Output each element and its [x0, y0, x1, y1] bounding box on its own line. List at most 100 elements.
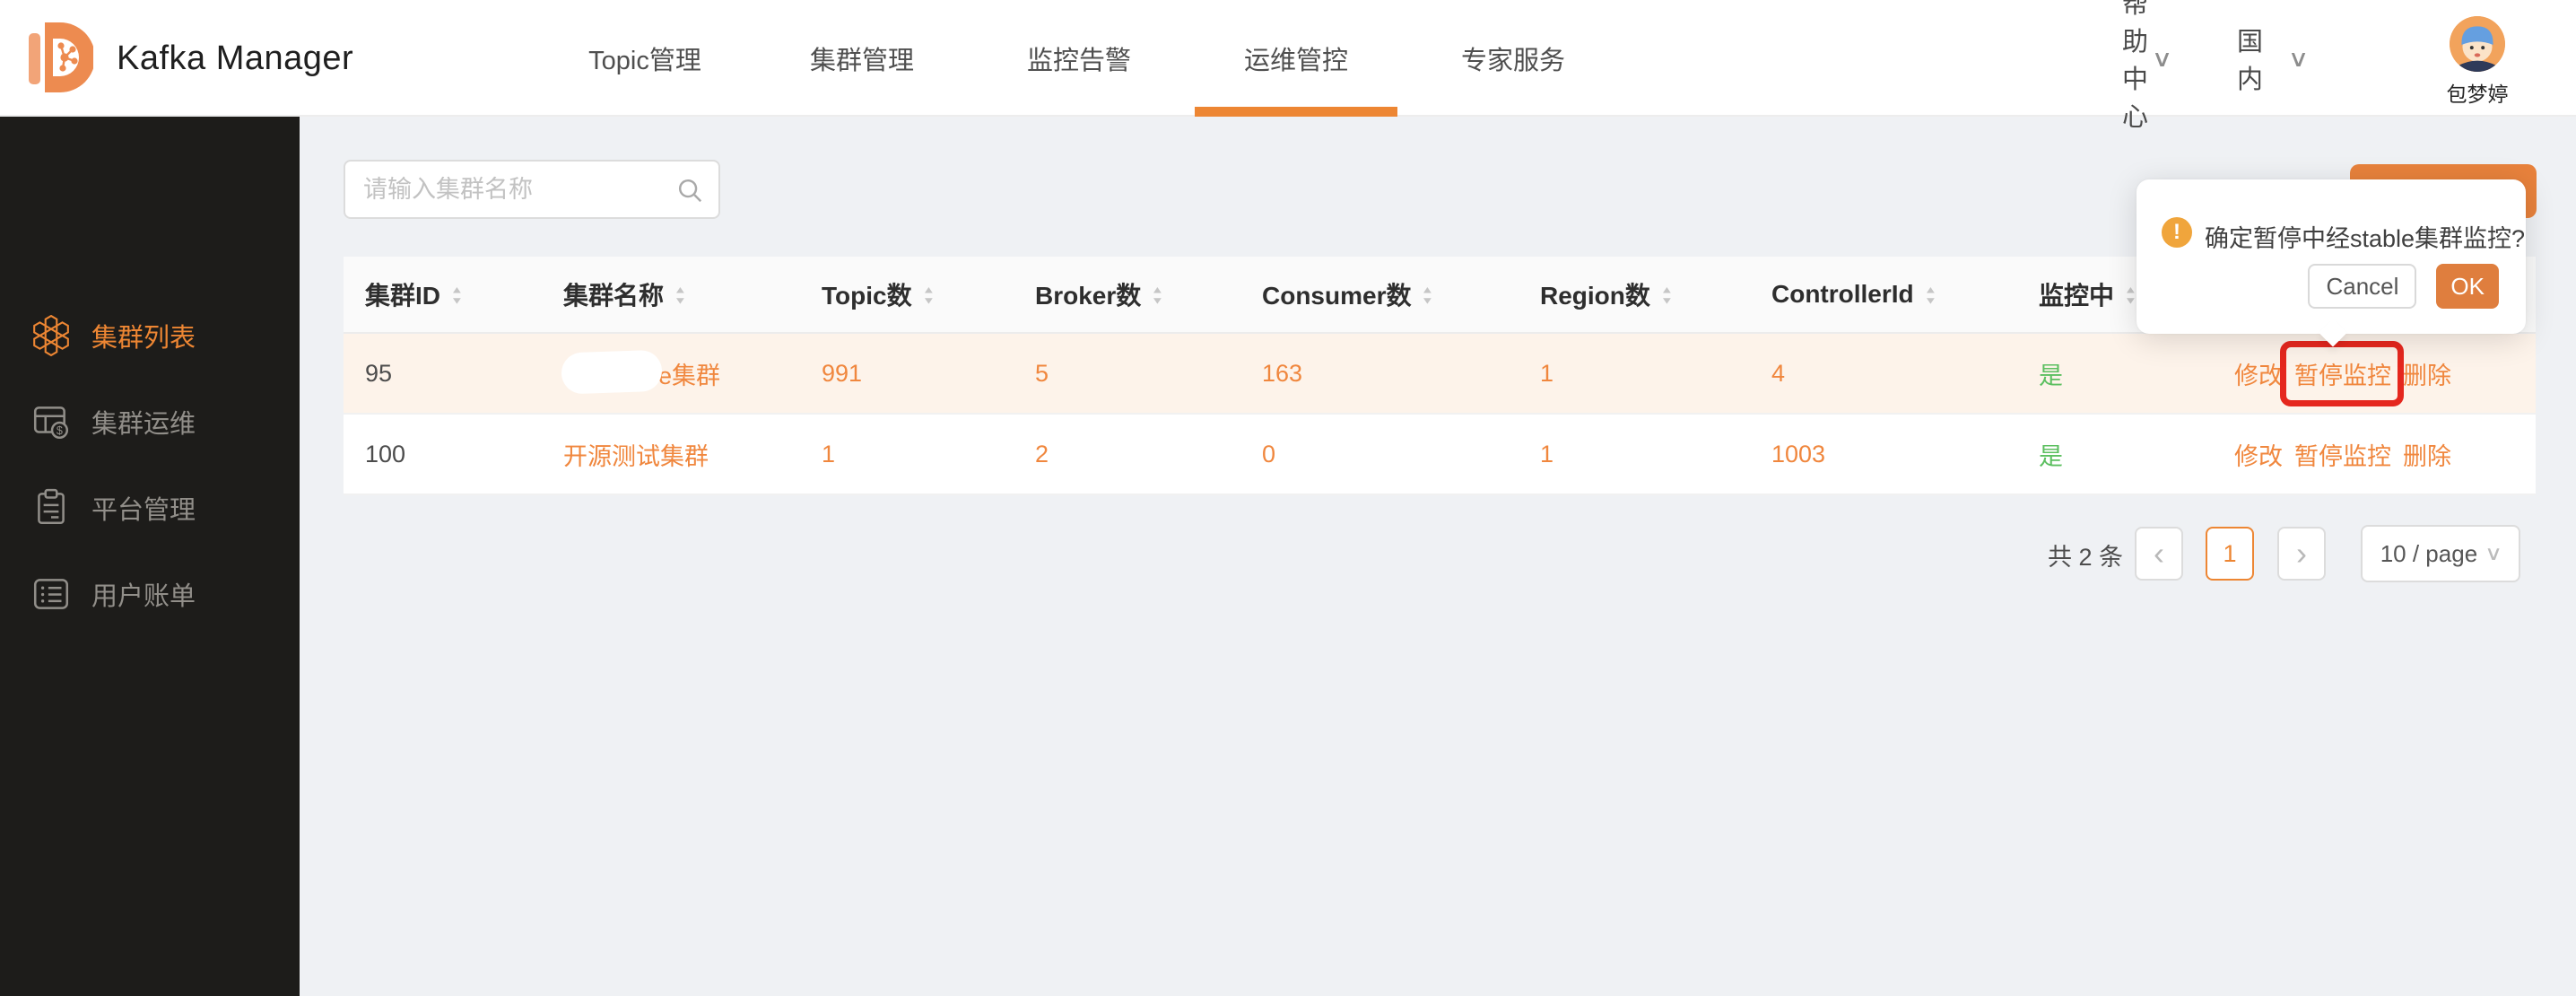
region-label: 国内	[2236, 28, 2263, 94]
cell-cluster-id: 95	[365, 359, 393, 387]
cell-monitored: 是	[2039, 362, 2063, 389]
brand-home-link[interactable]: Kafka Manager	[29, 0, 353, 117]
sort-desc-icon[interactable]: ▼	[674, 294, 687, 304]
sort-asc-icon[interactable]: ▲	[1422, 284, 1435, 293]
sort-asc-icon[interactable]: ▲	[2124, 284, 2137, 293]
nav-ops-control[interactable]: 运维管控	[1188, 0, 1405, 117]
sort-desc-icon[interactable]: ▼	[1924, 294, 1937, 304]
avatar	[2450, 16, 2505, 72]
svg-text:$: $	[57, 424, 63, 437]
pagination-total: 共 2 条	[2048, 543, 2124, 571]
nav-monitor-alert[interactable]: 监控告警	[970, 0, 1188, 117]
cell-consumers[interactable]: 0	[1262, 441, 1540, 468]
sort-asc-icon[interactable]: ▲	[450, 284, 464, 293]
cell-cluster-name[interactable]: e集群	[561, 349, 822, 395]
user-name: 包梦婷	[2446, 83, 2509, 106]
cell-controller-id[interactable]: 1003	[1771, 441, 2039, 468]
nav-topic-management[interactable]: Topic管理	[536, 0, 753, 117]
help-center-menu[interactable]: 帮助中心 ∨	[2122, 0, 2172, 132]
sidebar-item-cluster-ops[interactable]: $ 集群运维	[0, 394, 300, 450]
sort-asc-icon[interactable]: ▲	[1924, 284, 1937, 293]
redaction-blob	[561, 349, 663, 395]
chevron-down-icon: ∨	[2287, 44, 2310, 72]
cell-consumers[interactable]: 163	[1262, 360, 1540, 388]
col-header-topics[interactable]: Topic数 ▲ ▼	[822, 276, 1035, 312]
cluster-name-link[interactable]: 开源测试集群	[563, 443, 709, 470]
page-size-value: 10 / page	[2380, 539, 2478, 567]
top-nav: Topic管理 集群管理 监控告警 运维管控 专家服务	[536, 0, 1622, 117]
nav-expert-service[interactable]: 专家服务	[1405, 0, 1622, 117]
cell-monitored: 是	[2039, 442, 2063, 470]
sidebar: 集群列表 $ 集群运维 平台管理 用户账单	[0, 117, 300, 996]
delete-link[interactable]: 删除	[2403, 437, 2451, 472]
cell-brokers[interactable]: 2	[1035, 441, 1262, 468]
col-header-brokers[interactable]: Broker数 ▲ ▼	[1035, 276, 1262, 312]
sort-desc-icon[interactable]: ▼	[1151, 294, 1164, 304]
pagination-next-button[interactable]: ›	[2277, 527, 2326, 581]
cell-controller-id[interactable]: 4	[1771, 360, 2039, 388]
col-header-regions[interactable]: Region数 ▲ ▼	[1540, 276, 1771, 312]
sidebar-item-platform-management[interactable]: 平台管理	[0, 480, 300, 536]
col-label: Topic数	[822, 282, 912, 310]
sidebar-item-label: 用户账单	[91, 582, 196, 611]
sort-asc-icon[interactable]: ▲	[1151, 284, 1164, 293]
sidebar-item-label: 集群列表	[91, 324, 196, 353]
pagination-prev-button[interactable]: ‹	[2135, 527, 2183, 581]
sort-asc-icon[interactable]: ▲	[1660, 284, 1674, 293]
page-size-select[interactable]: 10 / page ∨	[2361, 525, 2520, 582]
edit-link[interactable]: 修改	[2234, 356, 2283, 391]
sort-desc-icon[interactable]: ▼	[1422, 294, 1435, 304]
cell-brokers[interactable]: 5	[1035, 360, 1262, 388]
col-label: Consumer数	[1262, 282, 1412, 310]
ok-button[interactable]: OK	[2436, 264, 2499, 309]
sort-desc-icon[interactable]: ▼	[922, 294, 936, 304]
search-icon[interactable]	[675, 176, 704, 205]
cell-actions: 修改 暂停监控 删除	[2234, 437, 2536, 472]
cell-topics[interactable]: 1	[822, 441, 1035, 468]
sort-desc-icon[interactable]: ▼	[2124, 294, 2137, 304]
user-menu[interactable]: 包梦婷	[2434, 16, 2520, 108]
popconfirm-message: 确定暂停中经stable集群监控?	[2205, 225, 2526, 252]
cell-regions[interactable]: 1	[1540, 360, 1771, 388]
table-coin-icon: $	[30, 401, 72, 442]
nav-cluster-management[interactable]: 集群管理	[753, 0, 970, 117]
col-label: 集群ID	[365, 282, 441, 310]
col-label: 监控中	[2039, 282, 2115, 310]
sidebar-item-user-billing[interactable]: 用户账单	[0, 566, 300, 622]
app-title: Kafka Manager	[117, 39, 354, 77]
cancel-button[interactable]: Cancel	[2308, 264, 2417, 309]
delete-link[interactable]: 删除	[2403, 356, 2451, 391]
edit-link[interactable]: 修改	[2234, 437, 2283, 472]
col-header-consumers[interactable]: Consumer数 ▲ ▼	[1262, 276, 1540, 312]
table-row: 95 e集群 991 5 163 1 4 是 修改 暂停监控 删除	[344, 334, 2536, 415]
popconfirm-buttons: Cancel OK	[2308, 264, 2499, 309]
cell-regions[interactable]: 1	[1540, 441, 1771, 468]
col-label: Broker数	[1035, 282, 1142, 310]
col-label: Region数	[1540, 282, 1650, 310]
sidebar-item-label: 集群运维	[91, 410, 196, 439]
cell-cluster-id: 100	[365, 440, 406, 467]
search-input[interactable]	[345, 162, 718, 217]
sort-desc-icon[interactable]: ▼	[450, 294, 464, 304]
sort-asc-icon[interactable]: ▲	[922, 284, 936, 293]
region-menu[interactable]: 国内 ∨	[2236, 0, 2310, 117]
cluster-search-box	[344, 160, 720, 219]
col-label: 集群名称	[563, 282, 665, 310]
cell-topics[interactable]: 991	[822, 360, 1035, 388]
sort-asc-icon[interactable]: ▲	[674, 284, 687, 293]
cell-cluster-name[interactable]: 开源测试集群	[563, 437, 822, 472]
honeycomb-cluster-icon	[30, 315, 72, 356]
pause-monitor-popconfirm: ! 确定暂停中经stable集群监控? Cancel OK	[2137, 179, 2526, 347]
col-header-controller-id[interactable]: ControllerId ▲ ▼	[1771, 280, 2039, 309]
col-label: ControllerId	[1771, 280, 1914, 308]
list-bill-icon	[30, 573, 72, 615]
col-header-cluster-id[interactable]: 集群ID ▲ ▼	[344, 276, 563, 312]
pause-monitor-link[interactable]: 暂停监控	[2294, 437, 2391, 472]
pagination-page-1[interactable]: 1	[2206, 527, 2254, 581]
pause-monitor-link[interactable]: 暂停监控	[2280, 340, 2404, 406]
kafka-manager-logo-icon	[29, 16, 95, 101]
sort-desc-icon[interactable]: ▼	[1660, 294, 1674, 304]
sidebar-item-cluster-list[interactable]: 集群列表	[0, 308, 300, 363]
col-header-cluster-name[interactable]: 集群名称 ▲ ▼	[563, 276, 822, 312]
help-center-label: 帮助中心	[2121, 0, 2148, 132]
